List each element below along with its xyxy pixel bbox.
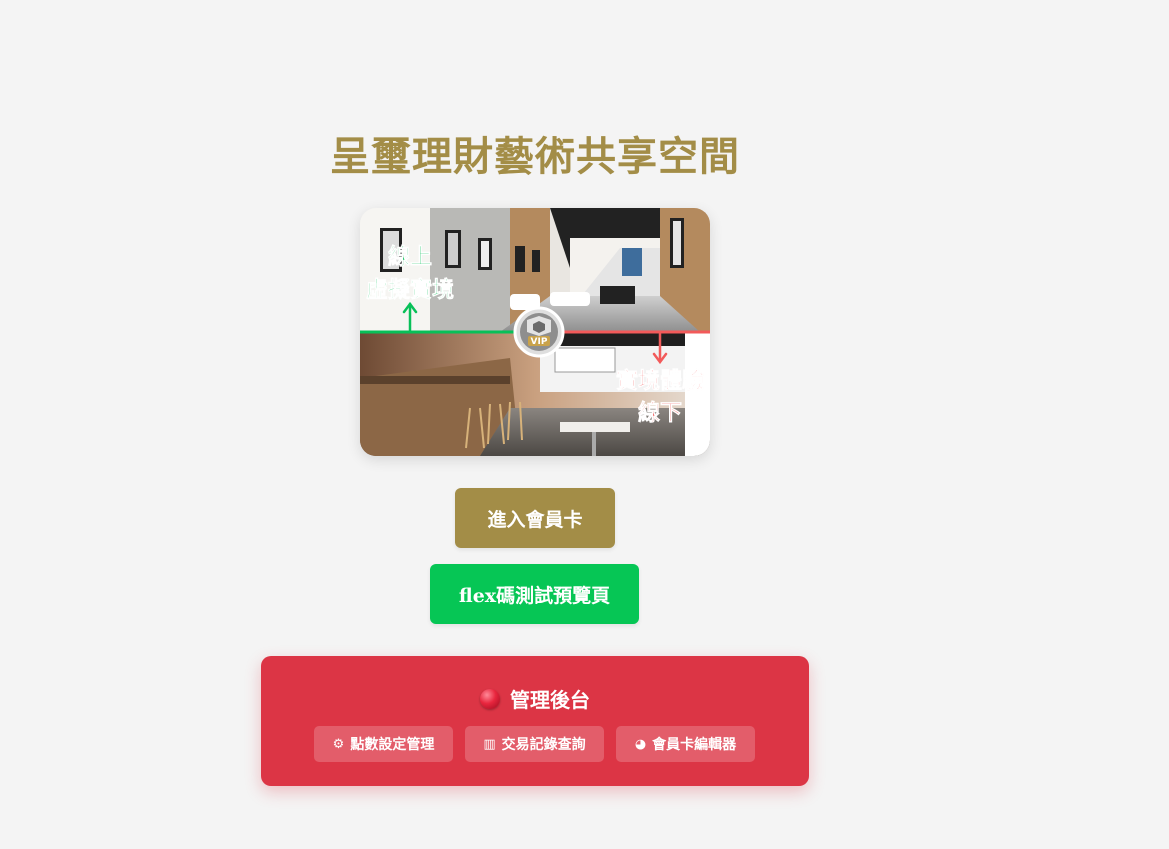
hero-online-label-2: 虛擬實境: [366, 277, 454, 303]
page-container: 呈璽理財藝術共享空間 線上 虛擬實境 實境體驗 線下 VIP 進入會員卡 fle…: [0, 0, 1070, 849]
bar-chart-icon: ▥: [483, 736, 496, 752]
member-card-editor-button[interactable]: ◕ 會員卡編輯器: [616, 726, 755, 762]
flex-preview-button[interactable]: flex碼測試預覽頁: [430, 564, 639, 624]
member-card-editor-label: 會員卡編輯器: [652, 737, 737, 753]
admin-panel-header: 管理後台: [261, 684, 809, 713]
red-orb-icon: [480, 688, 500, 709]
page-title: 呈璽理財藝術共享空間: [330, 134, 740, 180]
enter-member-card-button[interactable]: 進入會員卡: [455, 488, 615, 548]
points-settings-button[interactable]: ⚙ 點數設定管理: [314, 726, 453, 762]
vip-badge-icon: VIP: [513, 306, 565, 358]
points-settings-label: 點數設定管理: [350, 737, 435, 753]
hero-offline-label-2: 線下: [638, 400, 682, 426]
transaction-records-button[interactable]: ▥ 交易記錄查詢: [465, 726, 604, 762]
hero-online-label-1: 線上: [388, 244, 432, 270]
palette-icon: ◕: [634, 736, 647, 752]
transaction-records-label: 交易記錄查詢: [501, 737, 586, 753]
gear-icon: ⚙: [332, 736, 345, 752]
hero-offline-label-1: 實境體驗: [616, 368, 704, 394]
admin-panel-title: 管理後台: [510, 688, 590, 712]
vip-badge-text: VIP: [531, 337, 548, 347]
admin-panel: 管理後台 ⚙ 點數設定管理 ▥ 交易記錄查詢 ◕ 會員卡編輯器: [261, 656, 809, 786]
hero-image: 線上 虛擬實境 實境體驗 線下 VIP: [360, 208, 710, 456]
